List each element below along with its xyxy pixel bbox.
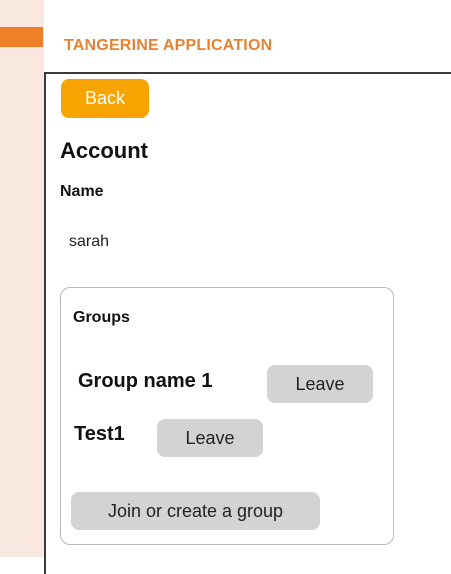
join-or-create-group-button[interactable]: Join or create a group: [71, 492, 320, 530]
leave-group-1-button[interactable]: Leave: [267, 365, 373, 403]
app-title: TANGERINE APPLICATION: [64, 37, 273, 54]
name-label: Name: [60, 183, 104, 200]
page-title: Account: [60, 138, 148, 163]
back-button[interactable]: Back: [61, 79, 149, 118]
brand-accent-block: [0, 27, 43, 47]
leave-group-2-button[interactable]: Leave: [157, 419, 263, 457]
group-name-1: Group name 1: [70, 364, 254, 400]
groups-heading: Groups: [73, 309, 130, 326]
name-value: sarah: [69, 233, 110, 250]
group-name-2: Test1: [70, 418, 150, 454]
left-sidebar-strip: [0, 0, 44, 557]
